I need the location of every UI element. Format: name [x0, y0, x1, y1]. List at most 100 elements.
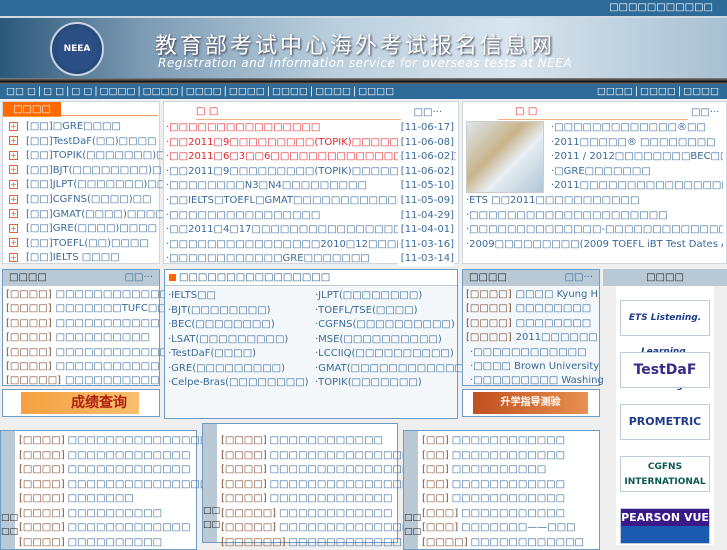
testdaf-logo[interactable]: TestDaF — [620, 352, 710, 388]
test-link[interactable]: ·Celpe-Bras(□□□□□□□□) — [168, 376, 309, 390]
list-item[interactable]: [□□□□] □□□□□□□□□□□□ — [6, 288, 169, 302]
top-bar-text[interactable]: □□□□□□□□□□□ — [609, 2, 713, 13]
nav-right-item[interactable]: □□□□ — [683, 86, 719, 97]
feature-item[interactable]: ·2009□□□□□□□□□(2009 TOEFL iBT Test Dates… — [466, 238, 723, 252]
test-link[interactable]: ·MSE(□□□□□□□□□□) — [315, 333, 442, 347]
nav-right-item[interactable]: □□□□ — [597, 86, 633, 97]
list-item[interactable]: [□□] □□□□□□□□□□□□ — [422, 478, 565, 492]
score-query-banner[interactable]: 成绩查询 — [21, 392, 139, 414]
list-item[interactable]: [□□□□] □□□□□□□□□□□□□□□ — [221, 463, 411, 477]
list-item[interactable]: [□□□□□] □□□□□□□□□□ — [6, 374, 160, 388]
list-item[interactable]: [□□□□] □□□□□□□□ — [466, 317, 591, 331]
news-item[interactable]: ·□□□□□□□□□□□□□□□□2010□12□□□□□□□ [11-03-16… — [166, 237, 456, 252]
list-item[interactable]: [□□□□] □□□□□□□□□□□□ — [6, 346, 169, 360]
feature-item[interactable]: ·□GRE□□□□□□□ — [551, 165, 723, 179]
list-item[interactable]: [□□□□] □□□□□□□□□□ — [6, 331, 150, 345]
feature-item[interactable]: ·2011 / 2012□□□□□□□□BEC□□□□ — [551, 150, 723, 164]
prometric-logo[interactable]: PROMETRIC — [620, 404, 710, 440]
test-link[interactable]: ·TOEFL/TSE(□□□□) — [315, 304, 418, 318]
list-item[interactable]: [□□□□] □□□□□□□□□□□□□ — [19, 463, 190, 477]
test-link[interactable]: ·TOPIK(□□□□□□□) — [315, 376, 422, 390]
test-link[interactable]: ·TestDaF(□□□□) — [168, 347, 256, 361]
feature-item[interactable]: ·2011□□□□□□□□□□□□□□□□□□□ — [551, 179, 723, 193]
list-item[interactable]: [□□□□□□] □□□□□□□□□□□□ — [221, 536, 402, 550]
notice-item[interactable]: + [□□]□GRE□□□□ — [9, 120, 121, 134]
list-item[interactable]: [□□] □□□□□□□□□□□□ — [422, 449, 565, 463]
news-item[interactable]: ·□□□□□□□□N3□N4□□□□□□□□□ [11-05-10] — [166, 179, 456, 194]
nav-item[interactable]: □ □ — [43, 86, 64, 97]
list-item[interactable]: [□□□□] □□□□□□□□□□□ — [6, 317, 160, 331]
list-item[interactable]: [□□□] □□□□□□□——□□□ — [422, 521, 576, 535]
news-item[interactable]: ·□□2011□9□□□□□□□□□(TOPIK)□□□□□ [11-06-08] — [166, 135, 456, 150]
notice-item[interactable]: + [□□]GRE(□□□□)□□□□ — [9, 222, 157, 236]
list-item[interactable]: [□□□□] □□□□□□□□□□□ — [6, 360, 160, 374]
cgfns-logo[interactable]: CGFNS INTERNATIONAL — [620, 456, 710, 492]
news-item[interactable]: ·□□□□□□□□□□□□GRE□□□□□□□ [11-03-14] — [166, 252, 456, 267]
notice-item[interactable]: + [□□]CGFNS(□□□□)□□ — [9, 193, 152, 207]
list-item[interactable]: [□□] □□□□□□□□□□□□ — [422, 492, 565, 506]
test-link[interactable]: ·CGFNS(□□□□□□□□□□) — [315, 318, 455, 332]
list-item[interactable]: [□□□□□] □□□□□□□□□□□□□□ — [221, 521, 411, 535]
feature-item[interactable]: ·□□□□□□□□□□□□□□□□□□□□□ — [466, 209, 723, 223]
list-item[interactable]: [□□□□] □□□□□□□ — [19, 492, 134, 506]
test-link[interactable]: ·GMAT(□□□□□□□□□□□□) — [315, 362, 468, 376]
list-item[interactable]: [□□□□] □□□□□□□□ — [466, 302, 591, 316]
news-item[interactable]: ·□□2011□4□17□□□□□□□□□□□□□□□□□□ [11-04-01] — [166, 223, 456, 238]
feature-item[interactable]: ·□□□□□□□□□□□□□®□□ — [551, 121, 723, 135]
feature-more-link[interactable]: □□··· — [691, 107, 719, 118]
study-test-banner[interactable]: 升学指导测验 — [473, 392, 588, 414]
nav-item[interactable]: □□ □ — [6, 86, 36, 97]
list-item[interactable]: [□□□□] □□□□□□□□□□ — [19, 507, 162, 521]
feature-item[interactable]: ·□□□□□□□□□□□□□□-□□□□□□□□□□□□□□ — [466, 223, 723, 237]
news-item[interactable]: ·□□□□□□□□□□□□□□□□ [11-04-29] — [166, 208, 456, 223]
list-item[interactable]: ·□□□□ Brown University — [466, 360, 599, 374]
nav-item[interactable]: □□□□ — [143, 86, 179, 97]
test-link[interactable]: ·GRE(□□□□□□□□□) — [168, 362, 285, 376]
test-link[interactable]: ·BEC(□□□□□□□□) — [168, 318, 275, 332]
notice-item[interactable]: + [□□]TOPIK(□□□□□□□)□ — [9, 149, 166, 163]
notice-item[interactable]: + [□□]JLPT(□□□□□□□)□□ — [9, 178, 166, 192]
list-item[interactable]: [□□□□] □□□□□□□□□□□□□□□ — [221, 449, 411, 463]
test-link[interactable]: ·LSAT(□□□□□□□□□) — [168, 333, 288, 347]
nav-item[interactable]: □ □ — [71, 86, 92, 97]
study-more-link[interactable]: □□··· — [565, 270, 593, 286]
nav-item[interactable]: □□□□ — [315, 86, 351, 97]
list-item[interactable]: [□□□□] □□□□□□□TUFC□□ — [6, 302, 167, 316]
list-item[interactable]: [□□□□] □□□□□□□□□□□□ — [422, 536, 584, 550]
notice-item[interactable]: + [□□]TOEFL(□□)□□□□ — [9, 237, 149, 251]
pearson-vue-logo[interactable]: PEARSON VUE — [620, 508, 710, 544]
list-item[interactable]: [□□□□] □□□□□□□□□□□□□□□ — [221, 478, 411, 492]
list-item[interactable]: [□□□□] □□□□□□□□□□ — [19, 536, 162, 550]
news-item[interactable]: ·□□IELTS□TOEFL□GMAT□□□□□□□□□□□□ [11-05-09… — [166, 194, 456, 208]
list-item[interactable]: [□□□□] □□□□□□□□□□□□□ — [19, 521, 190, 535]
ets-logo[interactable]: ETS Listening. Learning. Leading. — [620, 300, 710, 391]
list-item[interactable]: [□□] □□□□□□□□□□ — [422, 463, 546, 477]
list-item[interactable]: [□□□□] □□□□□□□□□□□□□□□□□ — [19, 478, 228, 492]
nav-item[interactable]: □□□□ — [229, 86, 265, 97]
list-item[interactable]: [□□□□] □□□□□□□□□□□□□□□□□ — [19, 434, 228, 448]
test-link[interactable]: ·IELTS□□ — [168, 289, 216, 303]
news-item[interactable]: ·□□2011□9□□□□□□□□□(TOPIK)□□□□□ [11-06-02] — [166, 164, 456, 179]
news-item[interactable]: ·□□2011□6□3□□6□□□□□□□□□□□□□□□□□□□□ [11-06… — [166, 150, 456, 165]
test-link[interactable]: ·BJT(□□□□□□□□) — [168, 304, 271, 318]
list-item[interactable]: ·□□□□□□□□□ Washing — [466, 374, 604, 388]
list-item[interactable]: [□□□□] □□□□□□□□□□□□ — [221, 434, 383, 448]
feature-item[interactable]: ·ETS □□2011□□□□□□□□□□□ — [466, 194, 723, 208]
guide-more-link[interactable]: □□··· — [125, 270, 153, 286]
list-item[interactable]: [□□□] □□□□□□□□□□□ — [422, 507, 565, 521]
list-item[interactable]: [□□□□] □□□□□□□□□□□□□ — [19, 449, 190, 463]
news-more-link[interactable]: □□··· — [414, 107, 442, 118]
list-item[interactable]: [□□□□□] □□□□□□□□□□□□ — [221, 507, 392, 521]
nav-item[interactable]: □□□□ — [186, 86, 222, 97]
nav-item[interactable]: □□□□ — [272, 86, 308, 97]
nav-item[interactable]: □□□□ — [358, 86, 394, 97]
nav-right-item[interactable]: □□□□ — [640, 86, 676, 97]
feature-item[interactable]: ·2011□□□□□® □□□□□□□□ — [551, 136, 723, 150]
nav-item[interactable]: □□□□ — [100, 86, 136, 97]
list-item[interactable]: [□□] □□□□□□□□□□□□ — [422, 434, 565, 448]
notice-item[interactable]: + [□□]TestDaF(□□)□□□□ — [9, 135, 156, 149]
test-link[interactable]: ·LCCIIQ(□□□□□□□□□□) — [315, 347, 454, 361]
list-item[interactable]: [□□□□] 2011□□□□□□ — [466, 331, 598, 345]
feature-image[interactable] — [466, 121, 544, 193]
list-item[interactable]: [□□□□] □□□□ Kyung H — [466, 288, 598, 302]
